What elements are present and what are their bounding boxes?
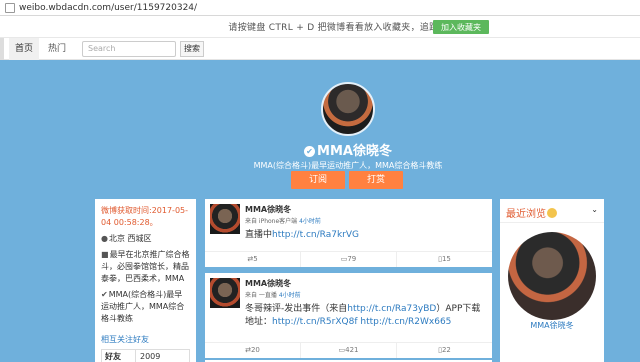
post-source: 来自 iPhone客户端 — [245, 218, 298, 225]
post-avatar[interactable] — [210, 204, 240, 234]
post-text-prefix: 冬哥辣评-发出事件（来自 — [245, 304, 348, 314]
profile-name-text: MMA徐晓冬 — [317, 144, 392, 159]
like-count: 22 — [441, 346, 451, 354]
profile-info-card: 微博获取时间:2017-05-04 00:58:28。 ●北京 西城区 ■最早在… — [95, 199, 196, 362]
post-meta: 来自 iPhone客户端 4小时前 — [245, 216, 321, 225]
like-button[interactable]: ▯15 — [397, 252, 492, 267]
post-author[interactable]: MMA徐晓冬 — [245, 204, 291, 215]
top-nav: 首页 热门 Search 搜索 — [0, 38, 640, 60]
post-text-mid: ）APP下载 — [436, 304, 481, 314]
nav-edge — [0, 38, 4, 60]
url-text[interactable]: weibo.wbdacdn.com/user/1159720324/ — [19, 3, 197, 13]
post-link[interactable]: http://t.cn/R5rXQ8f — [272, 317, 357, 327]
chevron-down-icon[interactable]: ⌄ — [591, 205, 598, 214]
location-row: ●北京 西城区 — [101, 233, 190, 245]
verified-badge-icon: ✔ — [101, 290, 108, 299]
post-link[interactable]: http://t.cn/Ra73yBD — [347, 304, 436, 314]
search-input[interactable]: Search — [82, 41, 176, 57]
post-text: 冬哥辣评-发出事件（来自http://t.cn/Ra73yBD）APP下载 地址… — [245, 303, 480, 329]
recent-views-title-text: 最近浏览 — [506, 209, 546, 220]
recent-views-card: 最近浏览 ⌄ MMA徐晓冬 — [500, 199, 604, 362]
location-icon: ● — [101, 234, 108, 243]
add-favorite-button[interactable]: 加入收藏夹 — [433, 20, 489, 34]
friends-key: 好友 — [102, 350, 136, 362]
post-meta: 来自 一直播 4小时前 — [245, 290, 301, 299]
post-link[interactable]: http://t.cn/Ra7krVG — [272, 230, 359, 240]
post-time[interactable]: 4小时前 — [279, 292, 301, 299]
repost-button[interactable]: ⇄20 — [205, 343, 301, 358]
bookmark-notice: 请按键盘 CTRL + D 把微博看看放入收藏夹，追踪最新微博！ 加入收藏夹 — [0, 16, 640, 38]
location-text: 北京 西城区 — [108, 234, 152, 243]
post-text-prefix: 直播中 — [245, 230, 273, 240]
search-button[interactable]: 搜索 — [180, 41, 204, 57]
verified-row: ✔MMA(综合格斗)最早运动推广人，MMA综合格斗教练 — [101, 289, 190, 325]
mutual-friends-link[interactable]: 相互关注好友 — [101, 334, 190, 345]
comment-count: 79 — [347, 255, 357, 263]
fetch-time: 微博获取时间:2017-05-04 00:58:28。 — [101, 206, 189, 227]
nav-hot[interactable]: 热门 — [48, 38, 66, 60]
verified-icon: ✔ — [304, 146, 316, 157]
profile-avatar[interactable] — [321, 82, 375, 136]
profile-name: ✔ MMA徐晓冬 — [0, 140, 640, 159]
recent-user-name[interactable]: MMA徐晓冬 — [500, 320, 604, 331]
like-count: 15 — [441, 255, 451, 263]
friends-table: 好友 2009 — [101, 349, 190, 362]
feed-post: MMA徐晓冬 来自 iPhone客户端 4小时前 直播中http://t.cn/… — [205, 199, 492, 267]
post-text-line2: 地址： — [245, 317, 273, 327]
verified-text: MMA(综合格斗)最早运动推广人，MMA综合格斗教练 — [101, 290, 185, 323]
page-icon — [5, 2, 15, 13]
feed-post: MMA徐晓冬 来自 一直播 4小时前 冬哥辣评-发出事件（来自http://t.… — [205, 273, 492, 358]
post-time[interactable]: 4小时前 — [299, 218, 321, 225]
subscribe-button[interactable]: 订阅 — [291, 171, 345, 189]
user-icon: ■ — [101, 250, 109, 259]
bio-row: ■最早在北京推广综合格斗，必囤拳馆馆长，精品泰拳，巴西柔术，MMA — [101, 249, 190, 285]
repost-count: 5 — [253, 255, 258, 263]
profile-description: MMA(综合格斗)最早运动推广人，MMA综合格斗教练 — [253, 161, 443, 170]
address-bar[interactable]: weibo.wbdacdn.com/user/1159720324/ — [0, 0, 640, 16]
post-author[interactable]: MMA徐晓冬 — [245, 278, 291, 289]
friends-value: 2009 — [140, 352, 161, 361]
post-actions: ⇄5 ▭79 ▯15 — [205, 251, 492, 267]
bio-text: 最早在北京推广综合格斗，必囤拳馆馆长，精品泰拳，巴西柔术，MMA — [101, 250, 190, 283]
smile-emoji-icon — [547, 208, 557, 218]
recent-user-avatar[interactable] — [508, 232, 596, 320]
post-text: 直播中http://t.cn/Ra7krVG — [245, 229, 359, 242]
post-link[interactable]: http://t.cn/R2Wx665 — [360, 317, 451, 327]
like-button[interactable]: ▯22 — [397, 343, 492, 358]
repost-count: 20 — [250, 346, 260, 354]
post-avatar[interactable] — [210, 278, 240, 308]
comment-button[interactable]: ▭79 — [301, 252, 397, 267]
recent-views-title: 最近浏览 — [506, 205, 557, 220]
recent-views-header: 最近浏览 ⌄ — [500, 199, 604, 223]
repost-button[interactable]: ⇄5 — [205, 252, 301, 267]
tip-button[interactable]: 打赏 — [349, 171, 403, 189]
comment-button[interactable]: ▭421 — [301, 343, 397, 358]
post-actions: ⇄20 ▭421 ▯22 — [205, 342, 492, 358]
post-source: 来自 一直播 — [245, 292, 277, 299]
nav-home[interactable]: 首页 — [9, 38, 39, 60]
comment-count: 421 — [345, 346, 359, 354]
